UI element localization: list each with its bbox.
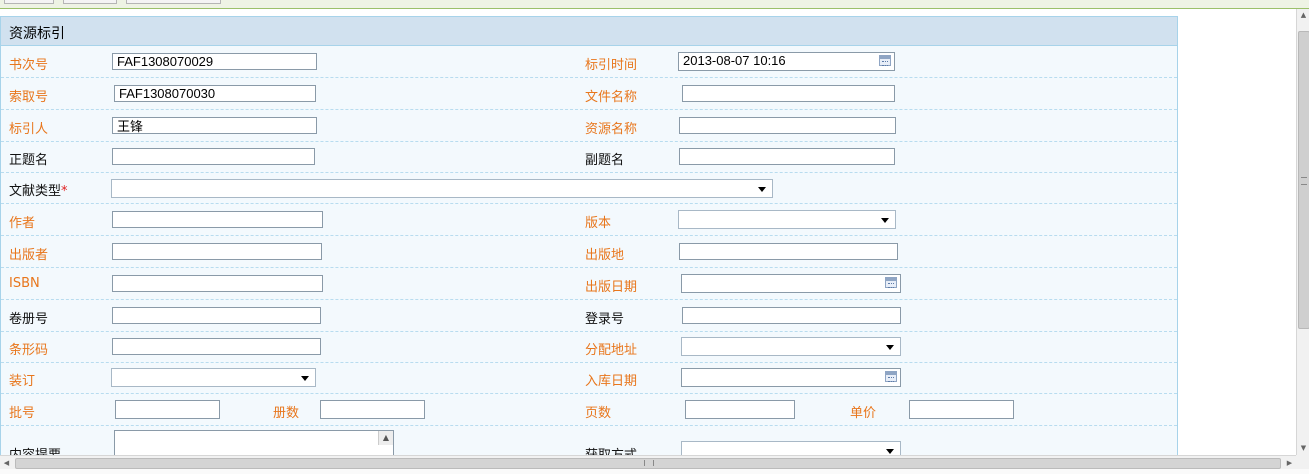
scroll-down-icon[interactable]: ▼ bbox=[1297, 442, 1309, 455]
window-bottom-edge bbox=[0, 469, 1309, 474]
calendar-icon[interactable] bbox=[885, 277, 897, 288]
author-input[interactable] bbox=[112, 211, 323, 228]
copies-label: 册数 bbox=[273, 406, 300, 421]
acquire-method-select[interactable] bbox=[681, 441, 901, 455]
form-row: 卷册号 登录号 bbox=[1, 300, 1177, 332]
calendar-icon[interactable] bbox=[885, 371, 897, 382]
edition-select[interactable] bbox=[678, 210, 896, 229]
scroll-up-icon[interactable]: ▲ bbox=[378, 431, 393, 445]
resource-name-label: 资源名称 bbox=[585, 122, 638, 137]
top-toolbar-strip bbox=[0, 0, 1309, 9]
stock-date-label: 入库日期 bbox=[585, 374, 638, 389]
resource-index-panel: 资源标引 书次号 标引时间 2013-08-07 10:16 索取号 文件名称 … bbox=[0, 16, 1178, 455]
pages-input[interactable] bbox=[685, 400, 795, 419]
chevron-down-icon bbox=[758, 187, 766, 192]
chevron-down-icon bbox=[886, 449, 894, 454]
vertical-scrollbar[interactable]: ▲ ▼ bbox=[1296, 9, 1309, 455]
chevron-down-icon bbox=[301, 376, 309, 381]
pub-date-label: 出版日期 bbox=[585, 280, 638, 295]
panel-header: 资源标引 bbox=[1, 17, 1177, 46]
form-row: 条形码 分配地址 bbox=[1, 332, 1177, 363]
form-row: 正题名 副题名 bbox=[1, 142, 1177, 173]
stock-date-datepicker[interactable] bbox=[681, 368, 901, 387]
acquire-method-label: 获取方式 bbox=[585, 444, 637, 455]
resource-name-input[interactable] bbox=[679, 117, 896, 134]
register-no-label: 登录号 bbox=[585, 312, 625, 327]
volume-no-label: 卷册号 bbox=[9, 312, 49, 327]
edition-label: 版本 bbox=[585, 216, 612, 231]
unit-price-label: 单价 bbox=[850, 406, 877, 421]
main-title-input[interactable] bbox=[112, 148, 315, 165]
scroll-left-icon[interactable]: ◀ bbox=[0, 456, 13, 470]
file-name-label: 文件名称 bbox=[585, 90, 638, 105]
alloc-address-select[interactable] bbox=[681, 337, 901, 356]
alloc-address-label: 分配地址 bbox=[585, 343, 638, 358]
chevron-down-icon bbox=[886, 345, 894, 350]
indexer-input[interactable] bbox=[112, 117, 317, 134]
form-row: 标引人 资源名称 bbox=[1, 110, 1177, 142]
book-no-input[interactable] bbox=[112, 53, 317, 70]
scroll-up-icon[interactable]: ▲ bbox=[1297, 9, 1309, 22]
required-mark: * bbox=[61, 184, 68, 199]
index-time-datepicker[interactable]: 2013-08-07 10:16 bbox=[678, 52, 895, 71]
grip-icon bbox=[1301, 177, 1307, 185]
author-label: 作者 bbox=[9, 216, 36, 231]
doc-type-select[interactable] bbox=[111, 179, 773, 198]
call-no-input[interactable] bbox=[114, 85, 316, 102]
form-row: 批号 册数 页数 单价 bbox=[1, 394, 1177, 426]
volume-no-input[interactable] bbox=[112, 307, 321, 324]
toolbar-button[interactable] bbox=[126, 0, 221, 4]
sub-title-input[interactable] bbox=[679, 148, 895, 165]
sub-title-label: 副题名 bbox=[585, 153, 625, 168]
batch-no-input[interactable] bbox=[115, 400, 220, 419]
isbn-label: ISBN bbox=[9, 276, 40, 291]
toolbar-button[interactable] bbox=[4, 0, 54, 4]
unit-price-input[interactable] bbox=[909, 400, 1014, 419]
toolbar-button[interactable] bbox=[63, 0, 117, 4]
scrollbar-thumb[interactable] bbox=[15, 458, 1281, 469]
pub-place-label: 出版地 bbox=[585, 248, 625, 263]
scrollbar-thumb[interactable] bbox=[1298, 31, 1309, 329]
file-name-input[interactable] bbox=[682, 85, 895, 102]
barcode-input[interactable] bbox=[112, 338, 321, 355]
batch-no-label: 批号 bbox=[9, 406, 36, 421]
form-row: 文献类型* bbox=[1, 173, 1177, 204]
abstract-label: 内容提要 bbox=[9, 444, 61, 455]
doc-type-label: 文献类型* bbox=[9, 180, 68, 199]
scroll-right-icon[interactable]: ▶ bbox=[1283, 456, 1296, 470]
index-time-label: 标引时间 bbox=[585, 58, 638, 73]
form-row: 作者 版本 bbox=[1, 204, 1177, 236]
binding-select[interactable] bbox=[111, 368, 316, 387]
binding-label: 装订 bbox=[9, 374, 36, 389]
panel-title: 资源标引 bbox=[9, 26, 65, 42]
index-time-value: 2013-08-07 10:16 bbox=[683, 53, 786, 68]
horizontal-scrollbar[interactable]: ◀ ▶ bbox=[0, 455, 1296, 470]
call-no-label: 索取号 bbox=[9, 90, 49, 105]
form-row: ISBN 出版日期 bbox=[1, 268, 1177, 300]
form-row: 装订 入库日期 bbox=[1, 363, 1177, 394]
form-row: 出版者 出版地 bbox=[1, 236, 1177, 268]
copies-input[interactable] bbox=[320, 400, 425, 419]
grip-icon bbox=[644, 460, 654, 466]
publisher-label: 出版者 bbox=[9, 248, 49, 263]
register-no-input[interactable] bbox=[682, 307, 901, 324]
chevron-down-icon bbox=[881, 218, 889, 223]
publisher-input[interactable] bbox=[112, 243, 322, 260]
pages-label: 页数 bbox=[585, 406, 612, 421]
book-no-label: 书次号 bbox=[9, 58, 49, 73]
indexer-label: 标引人 bbox=[9, 122, 49, 137]
isbn-input[interactable] bbox=[112, 275, 323, 292]
calendar-icon[interactable] bbox=[879, 55, 891, 66]
abstract-textarea[interactable]: ▲ bbox=[114, 430, 394, 455]
pub-date-datepicker[interactable] bbox=[681, 274, 901, 293]
doc-type-label-text: 文献类型 bbox=[9, 184, 62, 199]
pub-place-input[interactable] bbox=[679, 243, 898, 260]
barcode-label: 条形码 bbox=[9, 343, 49, 358]
main-title-label: 正题名 bbox=[9, 153, 49, 168]
form-row: 索取号 文件名称 bbox=[1, 78, 1177, 110]
form-row: 书次号 标引时间 2013-08-07 10:16 bbox=[1, 46, 1177, 78]
